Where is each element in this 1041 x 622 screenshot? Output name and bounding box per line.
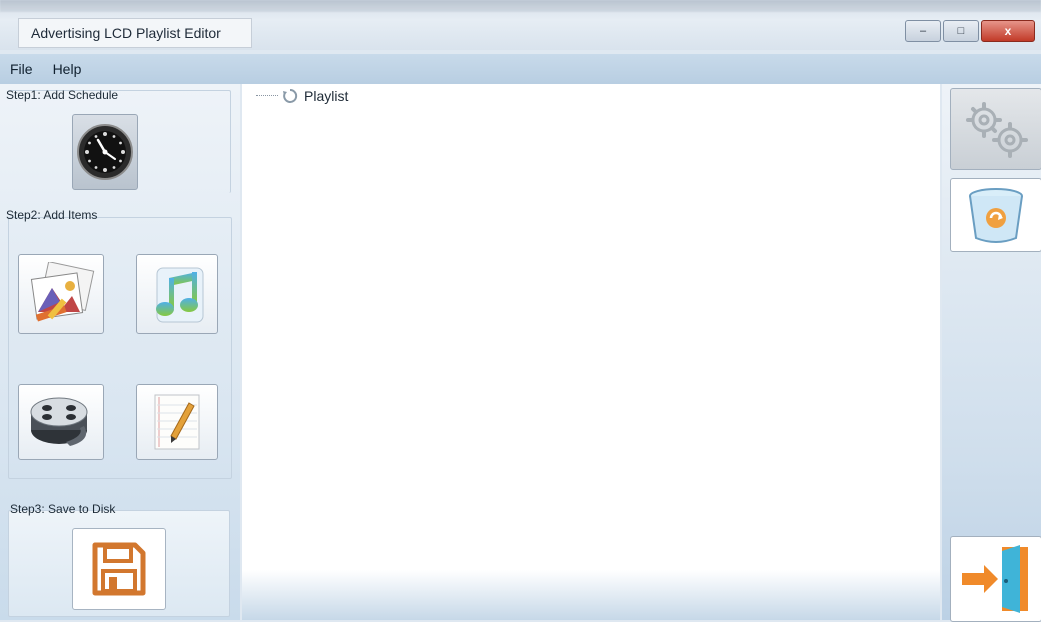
- minimize-button[interactable]: –: [905, 20, 941, 42]
- actions-panel: [942, 84, 1041, 622]
- menu-file[interactable]: File: [0, 61, 43, 77]
- add-schedule-button[interactable]: [72, 114, 138, 190]
- tree-node-playlist[interactable]: Playlist: [256, 88, 348, 104]
- exit-door-icon: [962, 545, 1028, 613]
- tree-bottom-fade: [242, 570, 940, 620]
- steps-panel: Step1: Add Schedule Step2: Add Items Ste…: [0, 84, 240, 620]
- add-video-button[interactable]: [18, 384, 104, 460]
- picture-icon: [30, 262, 95, 322]
- refresh-icon: [283, 88, 298, 103]
- tree-node-label: Playlist: [304, 88, 349, 104]
- blurred-taskbar-strip: [0, 0, 1041, 12]
- add-image-button[interactable]: [18, 254, 104, 334]
- step3-label: Step3: Save to Disk: [10, 502, 116, 516]
- recycle-bin-icon: [969, 188, 1023, 243]
- save-to-disk-button[interactable]: [72, 528, 166, 610]
- close-button[interactable]: x: [981, 20, 1035, 42]
- menu-help[interactable]: Help: [43, 61, 92, 77]
- playlist-tree-view[interactable]: Playlist: [242, 84, 940, 620]
- notepad-pencil-icon: [154, 394, 200, 450]
- window-controls: – □ x: [905, 20, 1035, 42]
- delete-button[interactable]: [950, 178, 1041, 252]
- title-bar: Advertising LCD Playlist Editor – □ x: [0, 0, 1041, 50]
- exit-button[interactable]: [950, 536, 1041, 622]
- menu-bar: File Help: [0, 54, 1041, 84]
- window-title: Advertising LCD Playlist Editor: [18, 18, 252, 48]
- settings-button[interactable]: [950, 88, 1041, 170]
- maximize-button[interactable]: □: [943, 20, 979, 42]
- film-reel-icon: [30, 397, 88, 446]
- close-icon: x: [1004, 24, 1012, 38]
- music-icon: [156, 267, 204, 323]
- maximize-icon: □: [957, 25, 965, 37]
- gears-icon: [966, 102, 1028, 158]
- add-audio-button[interactable]: [136, 254, 218, 334]
- minimize-icon: –: [919, 25, 927, 37]
- add-text-button[interactable]: [136, 384, 218, 460]
- step2-label: Step2: Add Items: [6, 208, 98, 222]
- tree-connector: [256, 95, 278, 97]
- floppy-disk-icon: [92, 542, 146, 596]
- clock-icon: [77, 124, 133, 180]
- step1-label: Step1: Add Schedule: [6, 88, 119, 102]
